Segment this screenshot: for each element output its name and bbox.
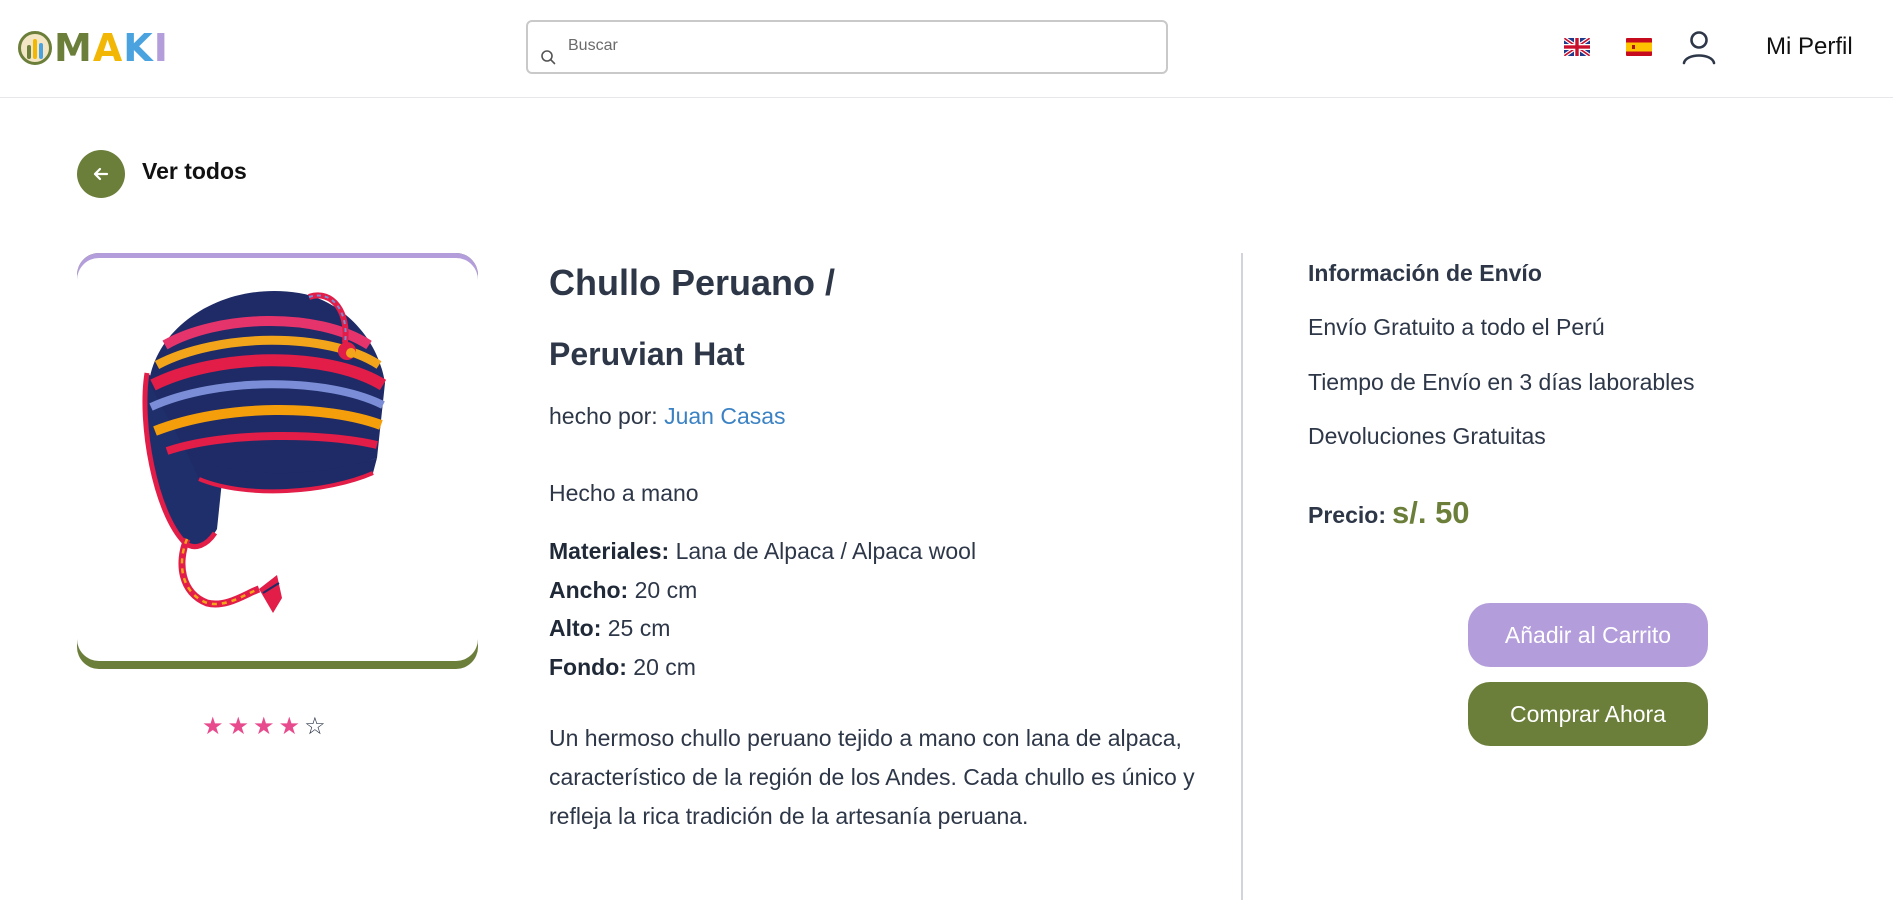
free-returns-item: Devoluciones Gratuitas [1308,423,1546,449]
spec-label: Fondo: [549,653,627,680]
maker-line: hecho por: Juan Casas [549,403,786,430]
profile-link[interactable]: Mi Perfil [1766,32,1853,62]
product-title-line2: Peruvian Hat [549,336,745,372]
star-empty-icon[interactable]: ☆ [304,713,326,739]
maker-prefix: hecho por: [549,403,658,429]
price-block: Precio: s/. 50 [1308,495,1470,531]
spain-flag-icon[interactable] [1626,38,1652,56]
view-all-back-button[interactable]: Ver todos [77,150,247,198]
product-specs: Materiales: Lana de Alpaca / Alpaca wool… [549,532,976,686]
product-title-line1: Chullo Peruano / [549,262,836,303]
spec-value: 25 cm [607,615,671,641]
rating-stars[interactable]: ★ ★ ★ ★ ☆ [202,713,326,739]
top-navbar: MAKI Mi Perfil [0,0,1893,98]
spec-value: 20 cm [634,576,698,603]
spec-value: 20 cm [633,653,696,680]
search-icon [541,50,556,65]
maki-logo[interactable]: MAKI [18,28,169,68]
maker-link[interactable]: Juan Casas [664,403,785,429]
spec-label: Materiales: [549,538,670,564]
spec-label: Alto: [549,615,602,641]
add-to-cart-button[interactable]: Añadir al Carrito [1468,603,1708,667]
star-filled-icon[interactable]: ★ [202,713,224,739]
logo-emblem-icon [18,31,52,65]
spec-value: Lana de Alpaca / Alpaca wool [675,538,977,564]
product-description: Un hermoso chullo peruano tejido a mano … [549,725,1195,829]
spec-height: Alto: 25 cm [549,609,976,648]
view-all-label: Ver todos [142,157,247,184]
spec-depth: Fondo: 20 cm [549,648,976,687]
star-filled-icon[interactable]: ★ [279,713,301,739]
shipping-info-title: Información de Envío [1308,260,1542,286]
arrow-left-icon [77,150,125,198]
column-divider [1241,253,1243,900]
user-icon[interactable] [1680,28,1718,66]
spec-width: Ancho: 20 cm [549,571,976,610]
logo-text: MAKI [54,26,169,70]
search-input[interactable] [568,32,1148,60]
shipping-free-item: Envío Gratuito a todo el Perú [1308,314,1605,340]
spec-label: Ancho: [549,576,629,603]
spec-materials: Materiales: Lana de Alpaca / Alpaca wool [549,532,976,571]
price-value: s/. 50 [1391,495,1470,530]
price-label: Precio: [1308,502,1386,528]
handmade-label: Hecho a mano [549,480,699,506]
shipping-time-item: Tiempo de Envío en 3 días laborables [1308,369,1695,395]
chullo-hat-image [142,290,387,613]
uk-flag-icon[interactable] [1564,38,1590,56]
product-image-card [77,253,478,669]
buy-now-button[interactable]: Comprar Ahora [1468,682,1708,746]
star-filled-icon[interactable]: ★ [228,713,250,739]
search-bar [526,20,1168,74]
star-filled-icon[interactable]: ★ [253,713,275,739]
